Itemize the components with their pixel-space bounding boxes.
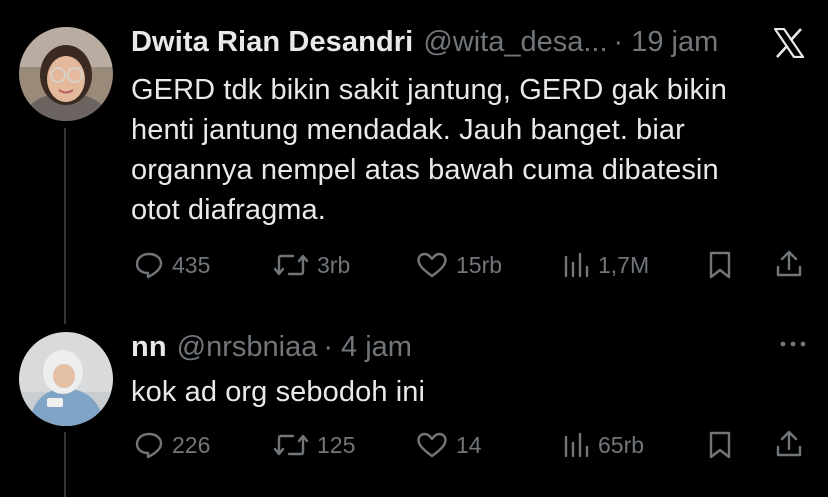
- tweet-text-line: henti jantung mendadak. Jauh banget. bia…: [131, 114, 685, 146]
- thread-line-lower: [64, 432, 66, 497]
- reply-count: 435: [172, 251, 211, 278]
- more-options-icon[interactable]: [780, 335, 806, 353]
- bookmark-icon[interactable]: [707, 430, 733, 465]
- tweet-header: nn @nrsbniaa · 4 jam: [131, 331, 412, 364]
- like-count: 14: [456, 431, 482, 458]
- views-button[interactable]: 1,7M: [562, 251, 649, 279]
- repost-count: 125: [317, 431, 356, 458]
- avatar[interactable]: [19, 332, 113, 426]
- reply-button[interactable]: 435: [134, 251, 210, 279]
- author-name[interactable]: Dwita Rian Desandri: [131, 26, 413, 59]
- tweet-header: Dwita Rian Desandri @wita_desa... · 19 j…: [131, 26, 718, 59]
- tweet-text-line: otot diafragma.: [131, 194, 326, 226]
- share-icon[interactable]: [774, 429, 804, 464]
- author-handle[interactable]: @wita_desa...: [423, 26, 607, 59]
- repost-icon: [273, 431, 309, 459]
- repost-button[interactable]: 125: [273, 431, 355, 459]
- bookmark-icon[interactable]: [707, 250, 733, 285]
- tweet-text: kok ad org sebodoh ini: [131, 372, 425, 412]
- tweet-text-line: organnya nempel atas bawah cuma dibatesi…: [131, 154, 719, 186]
- like-button[interactable]: 15rb: [416, 251, 502, 279]
- x-logo-icon[interactable]: [773, 27, 805, 63]
- repost-count: 3rb: [317, 251, 351, 278]
- views-icon: [562, 431, 590, 459]
- tweet-time[interactable]: · 19 jam: [614, 26, 719, 59]
- views-button[interactable]: 65rb: [562, 431, 644, 459]
- reply-icon: [134, 431, 164, 459]
- views-icon: [562, 251, 590, 279]
- avatar[interactable]: [19, 27, 113, 121]
- like-button[interactable]: 14: [416, 431, 482, 459]
- tweet-time[interactable]: · 4 jam: [323, 331, 412, 364]
- like-icon: [416, 431, 448, 459]
- repost-button[interactable]: 3rb: [273, 251, 350, 279]
- tweet-text-line: GERD tdk bikin sakit jantung, GERD gak b…: [131, 74, 727, 106]
- thread-line-upper: [64, 128, 66, 324]
- tweet-text: GERD tdk bikin sakit jantung, GERD gak b…: [131, 70, 727, 230]
- like-icon: [416, 251, 448, 279]
- reply-icon: [134, 251, 164, 279]
- views-count: 1,7M: [598, 251, 650, 278]
- repost-icon: [273, 251, 309, 279]
- views-count: 65rb: [598, 431, 645, 458]
- share-icon[interactable]: [774, 249, 804, 284]
- tweet-text-line: kok ad org sebodoh ini: [131, 376, 426, 408]
- like-count: 15rb: [456, 251, 503, 278]
- reply-button[interactable]: 226: [134, 431, 210, 459]
- reply-count: 226: [172, 431, 211, 458]
- author-handle[interactable]: @nrsbniaa: [177, 331, 318, 364]
- author-name[interactable]: nn: [131, 331, 167, 364]
